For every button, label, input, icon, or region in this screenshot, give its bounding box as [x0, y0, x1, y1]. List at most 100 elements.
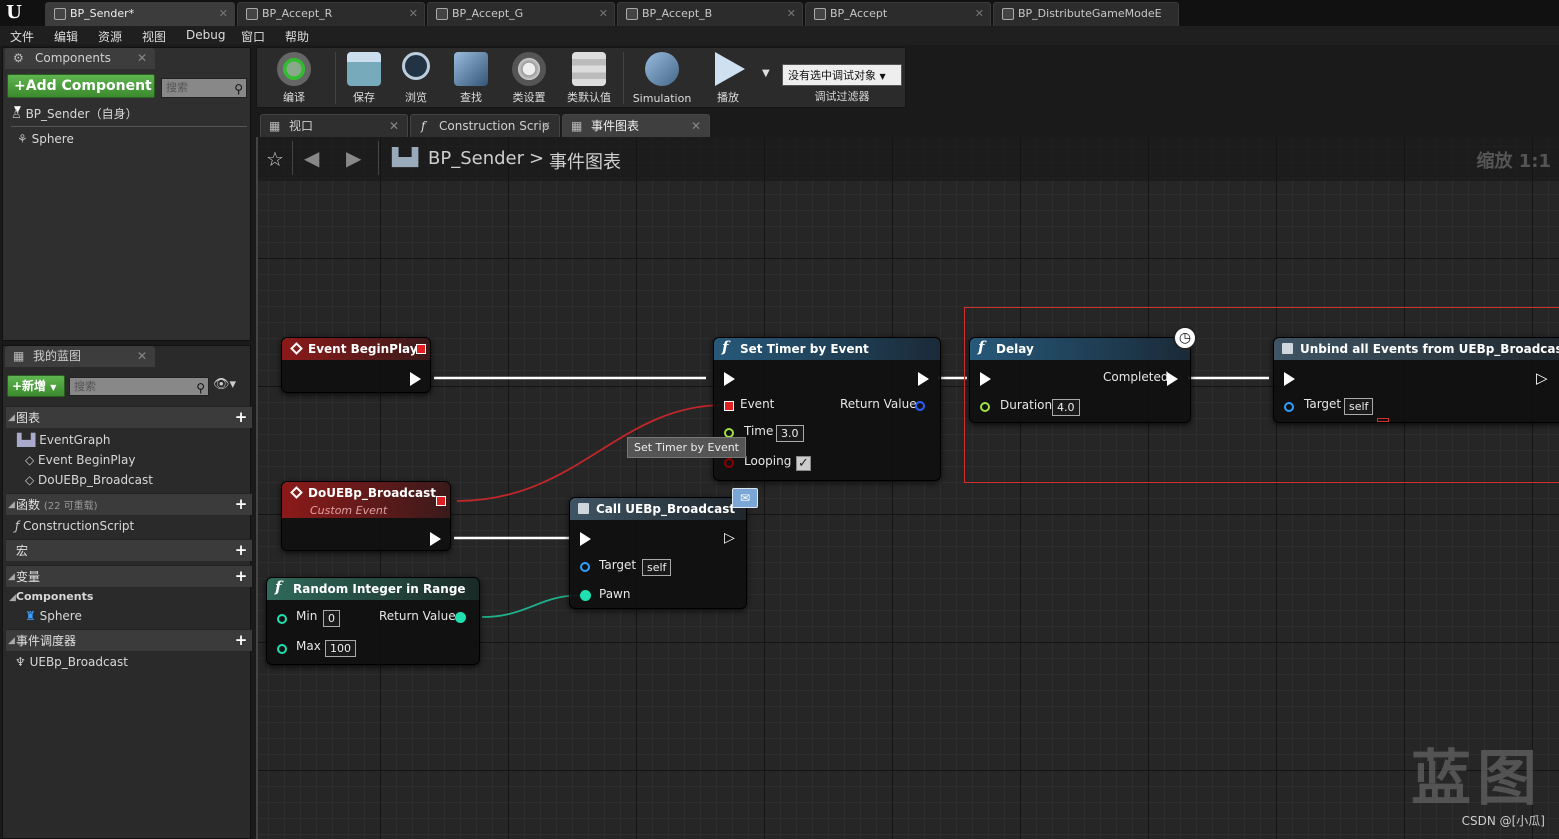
add-component-button[interactable]: +Add Component ▼	[7, 74, 155, 115]
pawn-input-pin[interactable]	[580, 590, 591, 601]
add-macro-icon[interactable]: +	[234, 543, 248, 558]
target-value[interactable]: self	[1344, 398, 1374, 415]
find-button[interactable]: 查找	[443, 48, 499, 108]
my-blueprint-tab[interactable]: ▦ 我的蓝图 ✕	[5, 346, 155, 367]
tab-bp-accept-g[interactable]: BP_Accept_G ✕	[427, 2, 615, 26]
tab-bp-sender[interactable]: BP_Sender* ✕	[45, 2, 235, 26]
exec-output-pin[interactable]	[918, 372, 929, 386]
close-icon[interactable]: ✕	[137, 48, 147, 69]
tab-bp-accept[interactable]: BP_Accept ✕	[805, 2, 991, 26]
return-value-output-pin[interactable]	[455, 612, 466, 623]
node-delay[interactable]: f Delay Completed Duration 4.0	[969, 337, 1191, 423]
unreal-logo-icon[interactable]: U	[3, 2, 25, 24]
dispatcher-item-uebp-broadcast[interactable]: ♆ UEBp_Broadcast	[15, 655, 128, 669]
close-icon[interactable]: ✕	[691, 115, 701, 137]
exec-output-pin[interactable]	[430, 532, 441, 546]
exec-output-outline-icon[interactable]: ▷	[1536, 369, 1548, 387]
menu-asset[interactable]: 资源	[98, 28, 122, 45]
compile-button[interactable]: 编译	[259, 48, 329, 108]
tab-construction-script[interactable]: f Construction Scrip ✕	[410, 114, 560, 137]
tab-bp-accept-b[interactable]: BP_Accept_B ✕	[617, 2, 803, 26]
delegate-output-pin[interactable]	[416, 344, 426, 354]
debug-object-select[interactable]: 没有选中调试对象 ▼	[782, 64, 902, 86]
return-value-output-pin[interactable]	[915, 401, 925, 411]
max-value-input[interactable]: 100	[325, 640, 356, 657]
save-button[interactable]: 保存	[339, 48, 389, 108]
component-root-item[interactable]: ♙ BP_Sender（自身）	[11, 105, 138, 122]
close-icon[interactable]: ✕	[541, 115, 551, 137]
tab-viewport[interactable]: ▦ 视口 ✕	[260, 114, 408, 137]
menu-file[interactable]: 文件	[10, 28, 34, 45]
menu-edit[interactable]: 编辑	[54, 28, 78, 45]
section-macros[interactable]: 宏 +	[6, 539, 252, 561]
node-custom-event-douebp-broadcast[interactable]: DoUEBp_Broadcast Custom Event	[281, 481, 451, 551]
node-unbind-all-events[interactable]: Unbind all Events from UEBp_Broadcast ▷ …	[1273, 337, 1559, 423]
add-function-icon[interactable]: +	[234, 497, 248, 512]
node-random-integer-in-range[interactable]: f Random Integer in Range Min 0 Max 100 …	[266, 577, 480, 665]
node-set-timer-by-event[interactable]: f Set Timer by Event Event Return Value …	[713, 337, 941, 481]
my-blueprint-search-input[interactable]: 搜索 ⚲	[69, 377, 209, 396]
menu-help[interactable]: 帮助	[285, 28, 309, 45]
exec-output-pin[interactable]	[410, 372, 421, 386]
add-dispatcher-icon[interactable]: +	[234, 633, 248, 648]
variable-item-sphere[interactable]: ♜ Sphere	[25, 609, 82, 623]
exec-input-pin[interactable]	[1284, 372, 1295, 386]
play-button[interactable]: 播放	[703, 48, 753, 108]
min-value-input[interactable]: 0	[323, 610, 340, 627]
menu-debug[interactable]: Debug	[186, 28, 225, 42]
event-graph-canvas[interactable]: ☆ ◀ ▶ ▙▟ BP_Sender > 事件图表 缩放 1:1 Event B…	[256, 137, 1559, 839]
visibility-eye-icon[interactable]: 👁▾	[213, 377, 236, 392]
close-icon[interactable]: ✕	[389, 115, 399, 137]
tab-bp-distribute-gamemode[interactable]: BP_DistributeGameModeE	[993, 2, 1179, 26]
components-search-input[interactable]: 搜索 ⚲	[161, 78, 247, 98]
node-call-uebp-broadcast[interactable]: Call UEBp_Broadcast ▷ Target self Pawn	[569, 497, 747, 609]
duration-value-input[interactable]: 4.0	[1052, 399, 1080, 416]
tab-event-graph[interactable]: ▦ 事件图表 ✕	[562, 114, 710, 137]
duration-input-pin[interactable]	[980, 402, 990, 412]
section-event-dispatchers[interactable]: ◢ 事件调度器 +	[6, 629, 252, 651]
target-value[interactable]: self	[642, 559, 672, 576]
looping-input-pin[interactable]	[724, 458, 734, 468]
target-input-pin[interactable]	[580, 562, 590, 572]
event-delegate-input-pin[interactable]	[724, 401, 734, 411]
component-sphere-item[interactable]: ⚘ Sphere	[17, 132, 74, 146]
menu-view[interactable]: 视图	[142, 28, 166, 45]
add-graph-icon[interactable]: +	[234, 410, 248, 425]
close-icon[interactable]: ✕	[975, 3, 984, 25]
time-value-input[interactable]: 3.0	[776, 425, 804, 442]
add-variable-icon[interactable]: +	[234, 569, 248, 584]
class-settings-button[interactable]: 类设置	[501, 48, 557, 108]
variable-category-components[interactable]: ◢Components	[9, 590, 93, 603]
menu-window[interactable]: 窗口	[241, 28, 265, 45]
completed-exec-output-pin[interactable]	[1167, 372, 1178, 386]
section-variables[interactable]: ◢ 变量 +	[6, 565, 252, 587]
min-input-pin[interactable]	[277, 614, 287, 624]
max-input-pin[interactable]	[277, 644, 287, 654]
tab-bp-accept-r[interactable]: BP_Accept_R ✕	[237, 2, 425, 26]
graph-item-eventgraph[interactable]: ▙▟ EventGraph	[17, 433, 110, 447]
exec-input-pin[interactable]	[580, 532, 591, 546]
simulation-button[interactable]: Simulation	[627, 48, 697, 108]
browse-button[interactable]: 浏览	[391, 48, 441, 108]
function-item-constructionscript[interactable]: ƒ ConstructionScript	[15, 519, 134, 533]
delegate-output-pin[interactable]	[436, 496, 446, 506]
blueprint-icon	[1002, 8, 1014, 20]
target-input-pin[interactable]	[1284, 402, 1294, 412]
exec-input-pin[interactable]	[980, 372, 991, 386]
graph-item-douebp-broadcast[interactable]: ◇ DoUEBp_Broadcast	[25, 473, 153, 487]
graph-item-beginplay[interactable]: ◇ Event BeginPlay	[25, 453, 135, 467]
close-icon[interactable]: ✕	[137, 346, 147, 367]
add-new-button[interactable]: +新增 ▼	[7, 375, 65, 397]
section-functions[interactable]: ◢ 函数 (22 可重载) +	[6, 493, 252, 515]
section-graphs[interactable]: ◢ 图表 +	[6, 406, 252, 428]
exec-input-pin[interactable]	[724, 372, 735, 386]
components-tab[interactable]: ⚙ Components ✕	[5, 48, 155, 69]
node-event-beginplay[interactable]: Event BeginPlay	[281, 337, 431, 393]
close-icon[interactable]: ✕	[409, 3, 418, 25]
close-icon[interactable]: ✕	[219, 3, 228, 25]
close-icon[interactable]: ✕	[599, 3, 608, 25]
close-icon[interactable]: ✕	[787, 3, 796, 25]
play-options-chevron-icon[interactable]: ▼	[762, 68, 770, 79]
class-defaults-button[interactable]: 类默认值	[559, 48, 619, 108]
looping-checkbox[interactable]: ✓	[796, 456, 811, 471]
